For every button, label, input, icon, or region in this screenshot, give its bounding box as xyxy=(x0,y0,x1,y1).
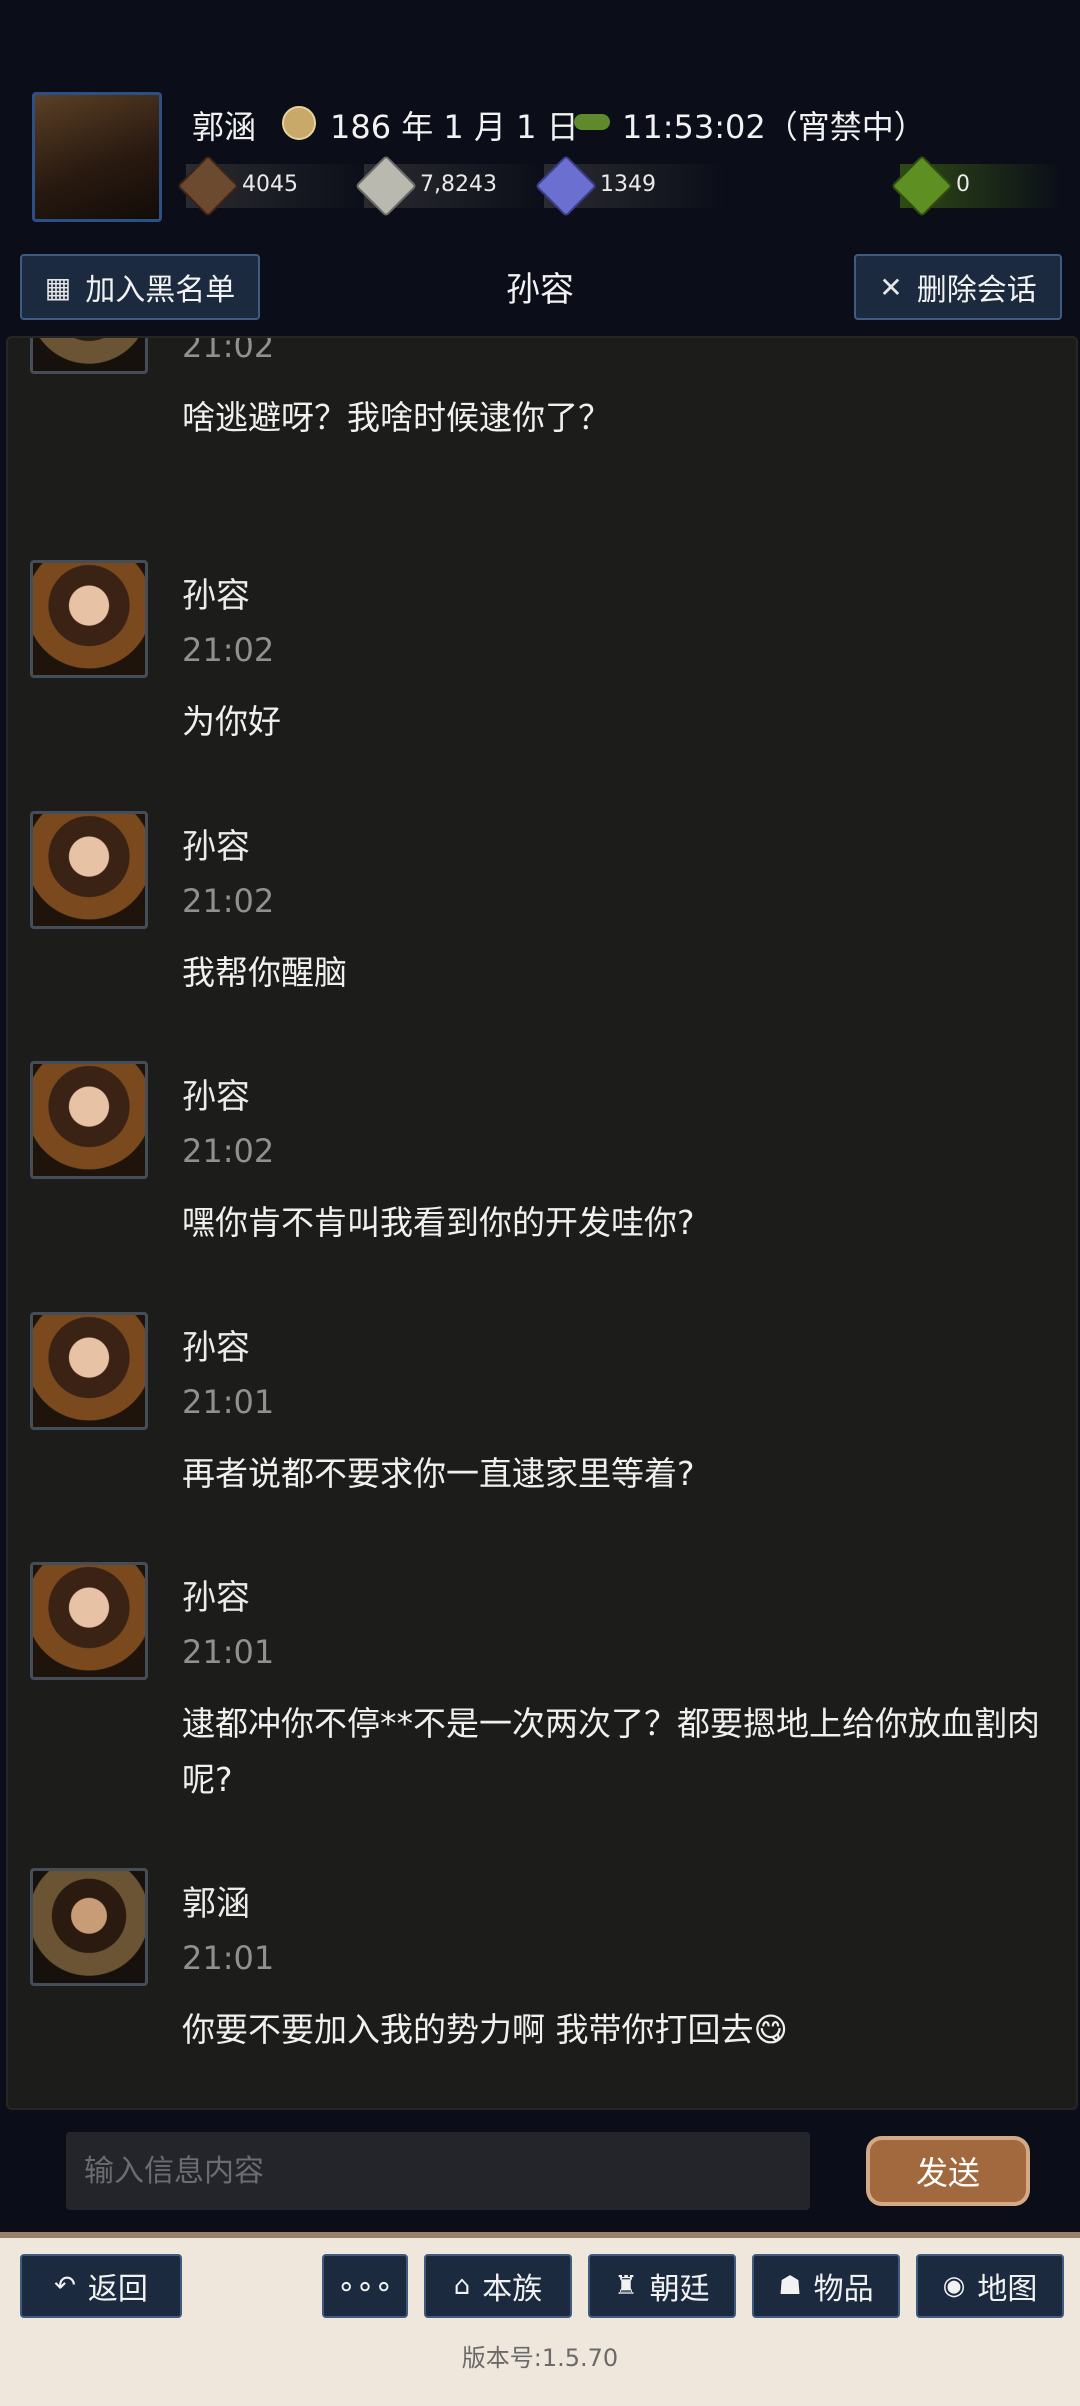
message-time: 21:01 xyxy=(182,1939,275,1977)
message-input[interactable] xyxy=(66,2132,810,2210)
resource-gold[interactable]: 4045 xyxy=(176,154,366,218)
delete-conversation-button[interactable]: ✕ 删除会话 xyxy=(854,254,1062,320)
items-button[interactable]: ☗ 物品 xyxy=(752,2254,900,2318)
sender-name: 孙容 xyxy=(182,1077,250,1117)
grain-icon xyxy=(354,154,418,218)
items-icon: ☗ xyxy=(778,2271,802,2301)
resource-soldier[interactable]: 1349 xyxy=(534,154,724,218)
resource-jade[interactable]: 0 xyxy=(890,154,1060,218)
sender-name: 孙容 xyxy=(182,827,250,867)
court-button[interactable]: ♜ 朝廷 xyxy=(588,2254,736,2318)
calendar-icon xyxy=(282,106,316,140)
sender-avatar[interactable] xyxy=(30,1312,148,1430)
map-icon: ◉ xyxy=(942,2271,966,2301)
clan-button[interactable]: ⌂ 本族 xyxy=(424,2254,572,2318)
message-time: 21:02 xyxy=(182,882,275,920)
game-date: 186 年 1 月 1 日 xyxy=(330,108,579,146)
clan-icon: ⌂ xyxy=(453,2271,471,2301)
message-time: 21:01 xyxy=(182,1383,275,1421)
message-time: 21:01 xyxy=(182,1633,275,1671)
palace-icon: ♜ xyxy=(614,2271,638,2301)
game-time: 11:53:02（宵禁中） xyxy=(622,108,926,146)
message-text: 逮都冲你不停**不是一次两次了？都要摁地上给你放血割肉呢? xyxy=(182,1704,1040,1799)
version-label: 版本号:1.5.70 xyxy=(461,2344,619,2372)
message-time: 21:02 xyxy=(182,631,275,669)
sender-avatar[interactable] xyxy=(30,1061,148,1179)
message-text: 嘿你肯不肯叫我看到你的开发哇你? xyxy=(182,1203,695,1242)
sender-name: 郭涵 xyxy=(182,1884,250,1924)
message-time: 21:02 xyxy=(182,1132,275,1170)
sender-avatar[interactable] xyxy=(30,811,148,929)
gold-icon xyxy=(176,154,240,218)
close-icon: ✕ xyxy=(879,270,903,304)
sender-avatar[interactable] xyxy=(30,1562,148,1680)
map-button[interactable]: ◉ 地图 xyxy=(916,2254,1064,2318)
sender-name: 孙容 xyxy=(182,1578,250,1618)
chat-message-list[interactable]: 郭涵 21:02 啥逃避呀？我啥时候逮你了？ 孙容 21:02 为你好 孙容 2… xyxy=(6,336,1078,2110)
message-text: 再者说都不要求你一直逮家里等着? xyxy=(182,1454,695,1493)
horse-icon xyxy=(574,114,610,130)
sender-avatar[interactable] xyxy=(30,560,148,678)
player-avatar[interactable] xyxy=(32,92,162,222)
sender-name: 孙容 xyxy=(182,576,250,616)
bottom-nav-bar: ↶ 返回 ∘∘∘ ⌂ 本族 ♜ 朝廷 ☗ 物品 ◉ 地图 版本号:1.5.70 xyxy=(0,2232,1080,2406)
sender-avatar[interactable] xyxy=(30,1868,148,1986)
delete-label: 删除会话 xyxy=(916,273,1037,308)
more-icon: ∘∘∘ xyxy=(336,2268,394,2304)
message-text: 啥逃避呀？我啥时候逮你了？ xyxy=(182,398,611,437)
back-button[interactable]: ↶ 返回 xyxy=(20,2254,182,2318)
more-button[interactable]: ∘∘∘ xyxy=(322,2254,408,2318)
message-time: 21:02 xyxy=(182,336,275,365)
soldier-icon xyxy=(534,154,598,218)
message-text: 我帮你醒脑 xyxy=(182,953,347,992)
sender-name: 孙容 xyxy=(182,1328,250,1368)
message-text: 为你好 xyxy=(182,702,281,741)
player-name: 郭涵 xyxy=(192,108,257,146)
top-header: 郭涵 186 年 1 月 1 日 11:53:02（宵禁中） 4045 7,82… xyxy=(0,0,1080,330)
resource-grain[interactable]: 7,8243 xyxy=(354,154,544,218)
back-arrow-icon: ↶ xyxy=(54,2271,76,2301)
send-button[interactable]: 发送 xyxy=(866,2136,1030,2206)
message-text: 你要不要加入我的势力啊 我带你打回去😋 xyxy=(182,2010,788,2049)
jade-icon xyxy=(890,154,954,218)
sender-avatar[interactable] xyxy=(30,338,148,374)
